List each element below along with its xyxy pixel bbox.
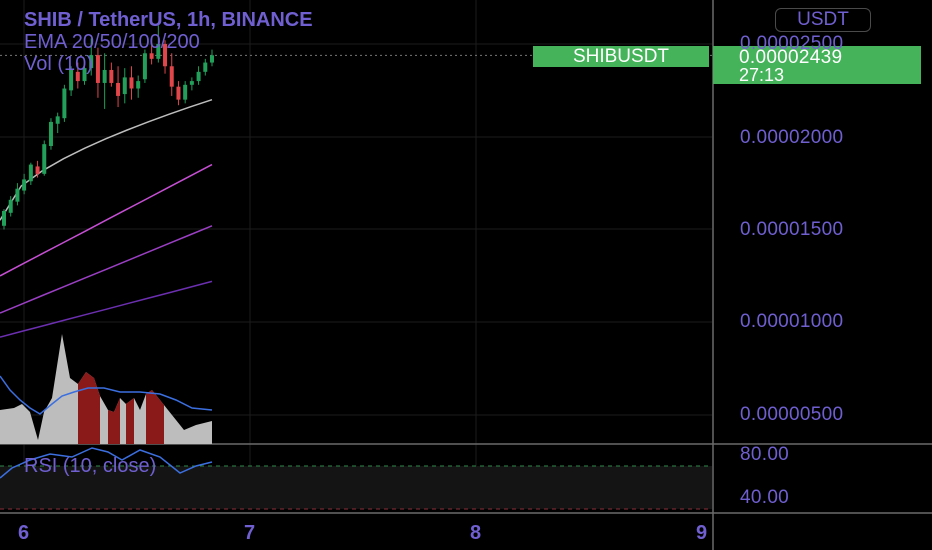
ema-line <box>0 280 213 338</box>
bar-countdown: 27:13 <box>739 65 785 85</box>
candle-body <box>48 121 53 147</box>
ema-line <box>0 98 213 221</box>
ema-line <box>0 163 213 277</box>
candle-body <box>203 62 208 72</box>
candle-body <box>35 166 40 174</box>
candle-body <box>210 55 214 63</box>
y-axis-label: 0.00002500 <box>740 33 844 54</box>
ema-line <box>0 225 213 314</box>
candle-body <box>122 77 127 95</box>
candle-body <box>109 69 114 83</box>
candle-body <box>22 179 27 191</box>
y-axis-label: 0.00001500 <box>740 219 844 240</box>
candle-body <box>189 81 194 85</box>
volume-bar-down <box>78 372 100 444</box>
candle-body <box>176 86 181 100</box>
candle-body <box>116 82 121 96</box>
symbol-label: SHIBUSDT <box>533 46 709 67</box>
candle-body <box>8 199 13 213</box>
candle-body <box>129 77 134 89</box>
candle-body <box>95 55 100 83</box>
rsi-axis-label: 40.00 <box>740 487 790 508</box>
x-axis-label: 6 <box>18 522 30 544</box>
candle-body <box>142 53 147 80</box>
candle-body <box>28 164 33 182</box>
candle-body <box>42 144 47 174</box>
x-axis-label: 8 <box>470 522 482 544</box>
currency-button[interactable]: USDT <box>775 8 871 32</box>
chart-title: SHIB / TetherUS, 1h, BINANCE <box>24 9 313 31</box>
volume-bar-down <box>146 390 164 444</box>
candle-body <box>102 69 107 83</box>
candle-body <box>2 210 6 226</box>
x-axis-label: 7 <box>244 522 256 544</box>
volume-bar-down <box>126 398 134 444</box>
candle-body <box>15 188 20 202</box>
volume-bar-down <box>108 398 120 444</box>
candle-body <box>183 84 188 100</box>
rsi-axis-label: 80.00 <box>740 444 790 465</box>
candle-body <box>136 81 141 89</box>
y-axis-label: 0.00000500 <box>740 404 844 425</box>
y-axis-label: 0.00002000 <box>740 127 844 148</box>
ema-legend: EMA 20/50/100/200 <box>24 31 200 53</box>
candle-body <box>196 71 201 82</box>
candle-body <box>149 53 154 59</box>
y-axis-label: 0.00001000 <box>740 311 844 332</box>
candle-body <box>62 88 67 119</box>
vol-legend: Vol (10) <box>24 53 93 75</box>
candle-body <box>169 66 174 87</box>
x-axis-label: 9 <box>696 522 708 544</box>
rsi-legend: RSI (10, close) <box>24 455 157 477</box>
candle-body <box>55 116 60 124</box>
